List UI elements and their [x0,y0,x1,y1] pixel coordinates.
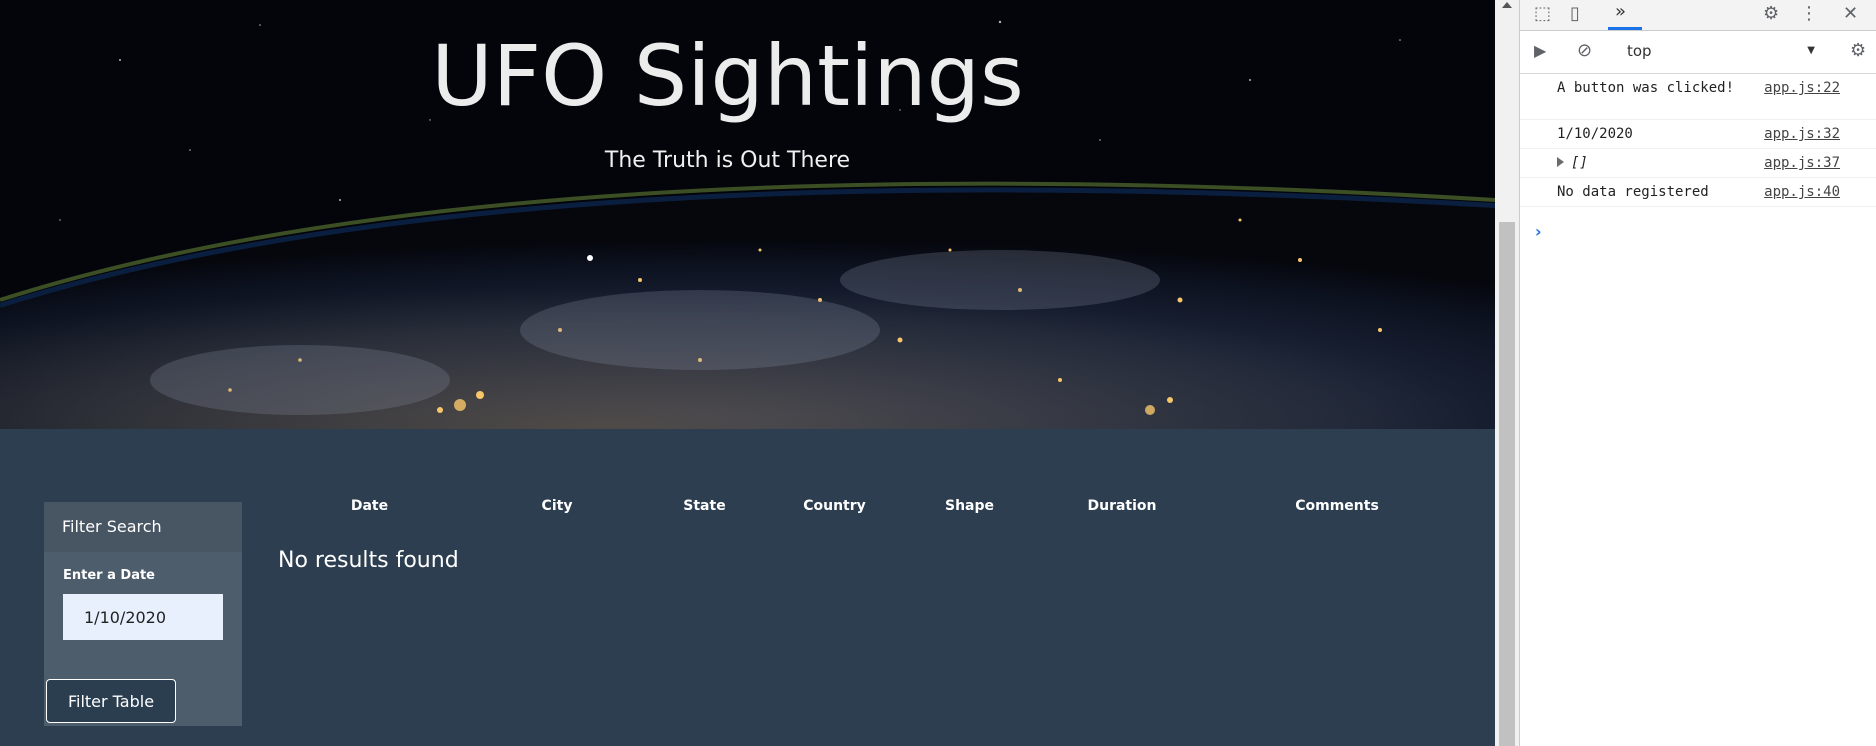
clear-console-icon[interactable]: ⊘ [1577,41,1592,61]
empty-message: No results found [278,548,459,573]
settings-gear-icon[interactable]: ⚙ [1763,4,1779,24]
page-title: UFO Sightings [431,27,1024,125]
console-toolbar: ▶ ⊘ top ▼ ⚙ [1520,31,1876,74]
active-tab-indicator [1608,27,1642,30]
date-label: Enter a Date [63,568,155,583]
filter-panel: Filter Search Enter a Date Filter Table [44,502,242,726]
log-entry: No data registered app.js:40 [1520,178,1876,207]
log-message: 1/10/2020 [1557,126,1633,142]
filter-table-button[interactable]: Filter Table [46,679,176,723]
show-sidebar-icon[interactable]: ▶ [1534,41,1546,61]
log-entry: 1/10/2020 app.js:32 [1520,120,1876,149]
log-entry: A button was clicked! app.js:22 [1520,74,1876,120]
column-city: City [541,498,573,514]
chevron-down-icon: ▼ [1807,45,1815,56]
log-message: [] [1571,155,1588,171]
table-header-row: Date City State Country Shape Duration C… [277,488,1457,524]
ufo-table: Date City State Country Shape Duration C… [277,488,1457,524]
column-shape: Shape [944,498,994,514]
device-toggle-icon[interactable]: ▯ [1570,4,1580,24]
close-icon[interactable]: ✕ [1843,4,1858,24]
column-duration: Duration [1087,498,1157,514]
page-subtitle: The Truth is Out There [604,148,851,173]
hero-banner: UFO Sightings The Truth is Out There [0,0,1495,429]
column-comments: Comments [1295,498,1379,514]
scroll-up-icon[interactable] [1502,2,1512,8]
log-source-link[interactable]: app.js:37 [1764,153,1840,173]
inspect-element-icon[interactable]: ⬚ [1534,4,1551,24]
page-scrollbar[interactable] [1495,0,1519,746]
filter-heading: Filter Search [44,502,242,552]
log-source-link[interactable]: app.js:32 [1764,124,1840,144]
expand-arrow-icon[interactable] [1557,157,1564,167]
more-options-icon[interactable]: ⋮ [1800,4,1818,24]
column-date: Date [350,498,389,514]
console-prompt-icon[interactable]: › [1535,222,1542,241]
context-select[interactable]: top ▼ [1621,39,1821,63]
devtools-panel: ⬚ ▯ » ⚙ ⋮ ✕ ▶ ⊘ top ▼ ⚙ A button was cli… [1519,0,1876,746]
scrollbar-thumb[interactable] [1499,222,1515,746]
console-settings-icon[interactable]: ⚙ [1850,41,1866,61]
log-source-link[interactable]: app.js:40 [1764,182,1840,202]
log-source-link[interactable]: app.js:22 [1764,78,1840,98]
column-state: State [683,498,726,514]
console-log: A button was clicked! app.js:22 1/10/202… [1520,74,1876,241]
devtools-toolbar: ⬚ ▯ » ⚙ ⋮ ✕ [1520,0,1876,31]
context-select-value: top [1627,42,1652,60]
column-country: Country [803,498,866,514]
page: UFO Sightings The Truth is Out There Fil… [0,0,1495,746]
log-message: A button was clicked! [1557,80,1735,96]
more-tabs-icon[interactable]: » [1615,2,1626,22]
log-message: No data registered [1557,184,1709,200]
date-input[interactable] [63,594,223,640]
log-entry[interactable]: [] app.js:37 [1520,149,1876,178]
